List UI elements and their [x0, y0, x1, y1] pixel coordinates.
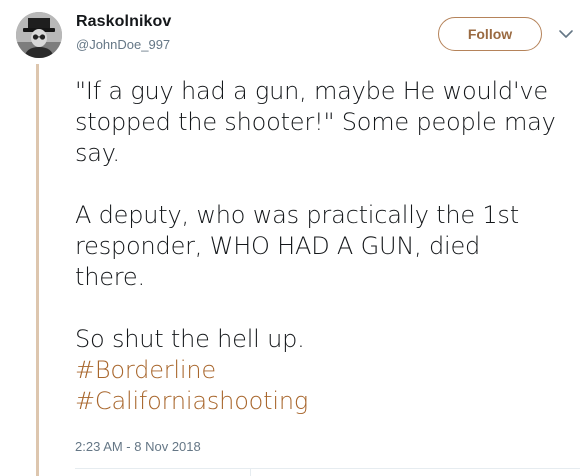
avatar[interactable] [16, 12, 62, 58]
tweet-line: "If a guy had a gun, maybe He would've [75, 77, 548, 105]
follow-button[interactable]: Follow [438, 17, 542, 51]
author-handle[interactable]: @JohnDoe_997 [76, 37, 170, 52]
user-avatar-photo-icon [16, 12, 62, 58]
divider [75, 468, 580, 469]
divider [250, 468, 251, 476]
tweet-line: stopped the shooter!" Some people may [75, 108, 556, 136]
thread-line [36, 64, 39, 476]
tweet-line: there. [75, 263, 145, 291]
tweet-timestamp[interactable]: 2:23 AM - 8 Nov 2018 [75, 439, 201, 454]
tweet-text: "If a guy had a gun, maybe He would've s… [75, 76, 575, 417]
tweet-card: Raskolnikov @JohnDoe_997 Follow "If a gu… [0, 0, 580, 476]
tweet-line: responder, WHO HAD A GUN, died [75, 232, 481, 260]
tweet-line: A deputy, who was practically the 1st [75, 201, 519, 229]
chevron-down-icon[interactable] [556, 25, 576, 43]
hashtag-link-californiashooting[interactable]: #Californiashooting [75, 387, 308, 415]
tweet-line: say. [75, 139, 120, 167]
tweet-line: So shut the hell up. [75, 325, 305, 353]
hashtag-link-borderline[interactable]: #Borderline [75, 356, 216, 384]
author-name[interactable]: Raskolnikov [76, 13, 171, 31]
